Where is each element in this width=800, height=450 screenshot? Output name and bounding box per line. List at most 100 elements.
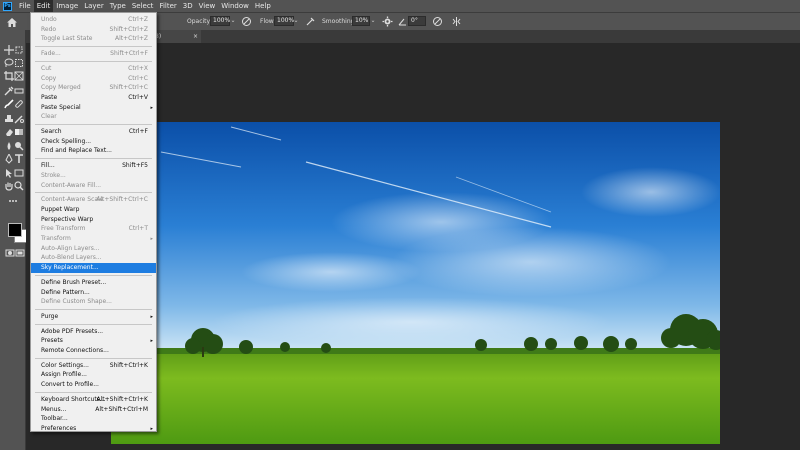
menu-help[interactable]: Help <box>252 0 274 12</box>
angle-field[interactable]: 0° <box>408 16 426 26</box>
menu-item-paste-special[interactable]: Paste Special ▸ <box>31 103 156 113</box>
menu-item-shortcut: Ctrl+T <box>128 225 148 233</box>
menu-item-preferences[interactable]: Preferences ▸ <box>31 424 156 434</box>
menu-item-perspective-warp[interactable]: Perspective Warp <box>31 215 156 225</box>
menu-item-fill[interactable]: Fill... Shift+F5 <box>31 161 156 171</box>
eraser-tool-icon[interactable] <box>4 127 14 137</box>
menu-item-label: Color Settings... <box>41 361 89 369</box>
rectangle-tool-icon[interactable] <box>14 168 24 178</box>
menu-3d[interactable]: 3D <box>180 0 196 12</box>
menu-item-auto-align-layers[interactable]: Auto-Align Layers... <box>31 244 156 254</box>
menu-item-menus[interactable]: Menus... Alt+Shift+Ctrl+M <box>31 405 156 415</box>
dodge-tool-icon[interactable] <box>14 141 24 151</box>
menu-item-define-pattern[interactable]: Define Pattern... <box>31 288 156 298</box>
edit-toolbar-icon[interactable] <box>8 196 18 206</box>
pressure-opacity-icon[interactable] <box>241 16 252 27</box>
menu-item-check-spelling[interactable]: Check Spelling... <box>31 137 156 147</box>
airbrush-icon[interactable] <box>305 16 316 27</box>
menu-item-presets[interactable]: Presets ▸ <box>31 336 156 346</box>
menu-edit[interactable]: Edit <box>33 0 54 12</box>
smoothing-dropdown[interactable]: ⌄ <box>369 16 377 26</box>
menu-item-puppet-warp[interactable]: Puppet Warp <box>31 205 156 215</box>
type-tool-icon[interactable] <box>14 154 24 164</box>
eyedropper-tool-icon[interactable] <box>4 86 14 96</box>
artboard-tool-icon[interactable] <box>14 45 24 55</box>
frame-tool-icon[interactable] <box>14 71 24 81</box>
menu-item-purge[interactable]: Purge ▸ <box>31 312 156 322</box>
menu-item-toggle-last-state[interactable]: Toggle Last State Alt+Ctrl+Z <box>31 34 156 44</box>
symmetry-icon[interactable] <box>451 16 462 27</box>
menu-item-find-and-replace-text[interactable]: Find and Replace Text... <box>31 146 156 156</box>
clone-stamp-tool-icon[interactable] <box>4 114 14 124</box>
flow-field[interactable]: 100% <box>274 16 294 26</box>
menu-item-sky-replacement[interactable]: Sky Replacement... <box>31 263 156 274</box>
smoothing-options-gear-icon[interactable] <box>382 16 393 27</box>
menu-file[interactable]: File <box>16 0 34 12</box>
menu-item-remote-connections[interactable]: Remote Connections... <box>31 346 156 356</box>
crop-tool-icon[interactable] <box>4 71 14 81</box>
move-tool-icon[interactable] <box>4 45 14 55</box>
menu-item-clear[interactable]: Clear <box>31 112 156 122</box>
menu-item-keyboard-shortcuts[interactable]: Keyboard Shortcuts... Alt+Shift+Ctrl+K <box>31 395 156 405</box>
menu-item-transform[interactable]: Transform ▸ <box>31 234 156 244</box>
gradient-tool-icon[interactable] <box>14 127 24 137</box>
menu-item-assign-profile[interactable]: Assign Profile... <box>31 370 156 380</box>
menu-select[interactable]: Select <box>129 0 157 12</box>
menu-item-label: Content-Aware Fill... <box>41 181 102 189</box>
menu-type[interactable]: Type <box>107 0 129 12</box>
menu-item-paste[interactable]: Paste Ctrl+V <box>31 93 156 103</box>
menu-view[interactable]: View <box>196 0 219 12</box>
menu-item-adobe-pdf-presets[interactable]: Adobe PDF Presets... <box>31 327 156 337</box>
menu-item-cut[interactable]: Cut Ctrl+X <box>31 64 156 74</box>
marquee-tool-icon[interactable] <box>14 58 24 68</box>
menu-item-shortcut: Ctrl+X <box>128 64 148 72</box>
brush-angle-icon[interactable] <box>397 16 408 27</box>
ruler-tool-icon[interactable] <box>14 86 24 96</box>
menu-item-shortcut: Alt+Shift+Ctrl+K <box>96 395 148 403</box>
screen-mode-icon[interactable] <box>15 248 25 258</box>
menu-item-label: Stroke... <box>41 171 66 179</box>
lasso-tool-icon[interactable] <box>4 58 14 68</box>
pen-tool-icon[interactable] <box>4 154 14 164</box>
document-tab[interactable]: 8) × <box>151 30 201 43</box>
menu-layer[interactable]: Layer <box>81 0 107 12</box>
menu-item-fade[interactable]: Fade... Shift+Ctrl+F <box>31 49 156 59</box>
foreground-color-swatch[interactable] <box>8 223 22 237</box>
healing-tool-icon[interactable] <box>14 99 24 109</box>
menu-item-content-aware-scale[interactable]: Content-Aware Scale Alt+Shift+Ctrl+C <box>31 195 156 205</box>
menu-item-redo[interactable]: Redo Shift+Ctrl+Z <box>31 25 156 35</box>
menu-item-copy[interactable]: Copy Ctrl+C <box>31 74 156 84</box>
history-brush-tool-icon[interactable] <box>14 114 24 124</box>
zoom-tool-icon[interactable] <box>14 181 24 191</box>
menu-image[interactable]: Image <box>53 0 81 12</box>
opacity-dropdown[interactable]: ⌄ <box>229 16 237 26</box>
menu-item-define-custom-shape[interactable]: Define Custom Shape... <box>31 297 156 307</box>
menu-item-stroke[interactable]: Stroke... <box>31 171 156 181</box>
menu-item-convert-to-profile[interactable]: Convert to Profile... <box>31 380 156 390</box>
menu-window[interactable]: Window <box>218 0 252 12</box>
blur-tool-icon[interactable] <box>4 141 14 151</box>
menu-item-toolbar[interactable]: Toolbar... <box>31 414 156 424</box>
menu-item-auto-blend-layers[interactable]: Auto-Blend Layers... <box>31 253 156 263</box>
hand-tool-icon[interactable] <box>4 181 14 191</box>
landscape-photo[interactable] <box>111 122 720 444</box>
menu-item-color-settings[interactable]: Color Settings... Shift+Ctrl+K <box>31 361 156 371</box>
flow-dropdown[interactable]: ⌄ <box>292 16 300 26</box>
home-button[interactable] <box>5 16 19 28</box>
menu-item-free-transform[interactable]: Free Transform Ctrl+T <box>31 224 156 234</box>
brush-tool-icon[interactable] <box>4 99 14 109</box>
menu-filter[interactable]: Filter <box>156 0 179 12</box>
opacity-field[interactable]: 100% <box>210 16 230 26</box>
quick-mask-icon[interactable] <box>5 248 15 258</box>
close-icon[interactable]: × <box>193 30 198 43</box>
path-select-tool-icon[interactable] <box>4 168 14 178</box>
pressure-size-icon[interactable] <box>432 16 443 27</box>
menu-item-undo[interactable]: Undo Ctrl+Z <box>31 15 156 25</box>
menu-item-search[interactable]: Search Ctrl+F <box>31 127 156 137</box>
menu-separator <box>35 323 152 325</box>
smoothing-field[interactable]: 10% <box>352 16 370 26</box>
menu-item-shortcut: Shift+Ctrl+Z <box>109 25 148 33</box>
menu-item-copy-merged[interactable]: Copy Merged Shift+Ctrl+C <box>31 83 156 93</box>
menu-item-define-brush-preset[interactable]: Define Brush Preset... <box>31 278 156 288</box>
menu-item-content-aware-fill[interactable]: Content-Aware Fill... <box>31 181 156 191</box>
